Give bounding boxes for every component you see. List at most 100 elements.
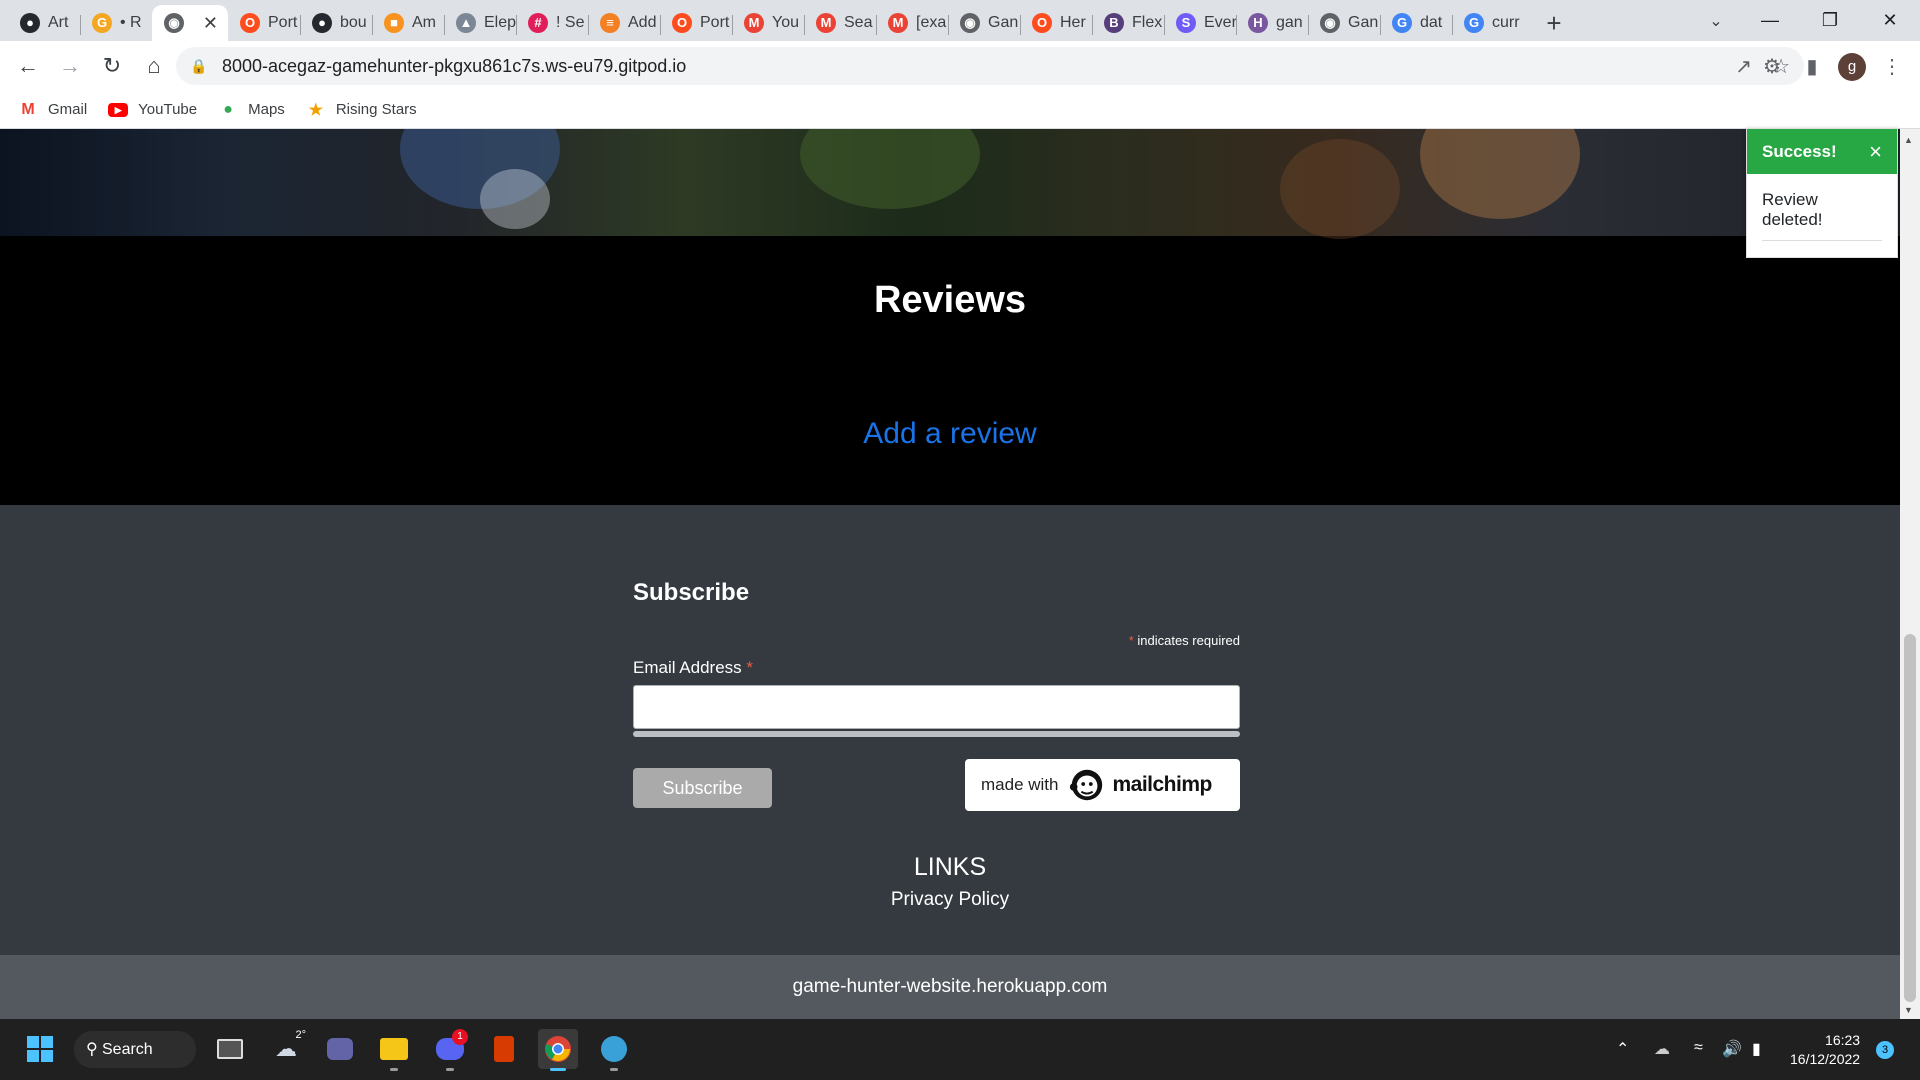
globe-icon: ◉ — [164, 13, 184, 33]
elephant-icon: ▲ — [456, 13, 476, 33]
tab-9[interactable]: O Port — [660, 5, 732, 41]
tab-16[interactable]: S Ever — [1164, 5, 1236, 41]
tab-6[interactable]: ▲ Elep — [444, 5, 516, 41]
window-controls: — ❐ ✕ — [1740, 0, 1920, 41]
toast-message: Review deleted! — [1762, 190, 1823, 229]
close-window-button[interactable]: ✕ — [1860, 0, 1920, 41]
tab-13[interactable]: ◉ Gan — [948, 5, 1020, 41]
tab-2[interactable]: ◉ ✕ — [152, 5, 228, 41]
toast-close-icon[interactable]: × — [1869, 139, 1882, 165]
tab-5[interactable]: ■ Am — [372, 5, 444, 41]
tab-title: Art — [48, 14, 69, 31]
tab-title: curr — [1492, 14, 1520, 31]
tray-overflow-chevron-icon[interactable]: ⌃ — [1616, 1039, 1629, 1059]
star-icon: ★ — [308, 101, 323, 119]
windows-logo-icon — [27, 1036, 53, 1062]
tab-14[interactable]: O Her — [1020, 5, 1092, 41]
hero-image — [0, 129, 1900, 239]
taskbar-search[interactable]: ⚲ Search — [74, 1031, 196, 1068]
share-icon[interactable]: ↗ — [1735, 54, 1752, 79]
footer-domain-text: game-hunter-website.herokuapp.com — [792, 976, 1108, 997]
lock-icon[interactable]: 🔒 — [190, 58, 214, 75]
notification-badge[interactable]: 3 — [1876, 1041, 1894, 1059]
wifi-icon[interactable]: ≈ — [1694, 1039, 1703, 1057]
mailchimp-wordmark: mailchimp — [1112, 773, 1212, 796]
tab-10[interactable]: M You — [732, 5, 804, 41]
task-view-icon[interactable] — [210, 1029, 250, 1069]
scrollbar-thumb[interactable] — [1904, 634, 1916, 1002]
office-icon[interactable] — [484, 1029, 524, 1069]
minimize-button[interactable]: — — [1740, 0, 1800, 41]
battery-icon[interactable]: ▮ — [1752, 1039, 1761, 1059]
clock[interactable]: 16:23 16/12/2022 — [1790, 1031, 1860, 1069]
tab-12[interactable]: M [exa — [876, 5, 948, 41]
tab-search-chevron-icon[interactable]: ⌄ — [1696, 0, 1736, 41]
page-scrollbar[interactable]: ▲ ▼ — [1900, 129, 1920, 1019]
side-panel-icon[interactable]: ▮ — [1796, 50, 1828, 82]
weather-widget[interactable]: ☁ 2° — [266, 1029, 306, 1069]
home-icon[interactable]: ⌂ — [134, 46, 174, 86]
gmail-icon: M — [21, 100, 35, 118]
tab-11[interactable]: M Sea — [804, 5, 876, 41]
onedrive-error-icon[interactable]: ☁ — [1654, 1039, 1670, 1059]
made-with-text: made with — [981, 775, 1059, 794]
paint-app-icon[interactable] — [594, 1029, 634, 1071]
extensions-puzzle-icon[interactable]: ⚙ — [1756, 50, 1788, 82]
bookmark-maps[interactable]: ● Maps — [218, 101, 285, 119]
tab-15[interactable]: B Flex — [1092, 5, 1164, 41]
restore-button[interactable]: ❐ — [1800, 0, 1860, 41]
url-text[interactable]: 8000-acegaz-gamehunter-pkgxu861c7s.ws-eu… — [222, 56, 686, 77]
address-bar[interactable]: 🔒 8000-acegaz-gamehunter-pkgxu861c7s.ws-… — [176, 47, 1804, 85]
clock-date: 16/12/2022 — [1790, 1051, 1861, 1067]
scroll-up-arrow-icon[interactable]: ▲ — [1904, 135, 1913, 145]
tab-title: Her — [1060, 14, 1086, 31]
opera-icon: O — [672, 13, 692, 33]
chrome-icon[interactable] — [538, 1029, 578, 1071]
tab-8[interactable]: ≡ Add — [588, 5, 660, 41]
bookmark-rising-stars[interactable]: ★ Rising Stars — [306, 101, 417, 119]
reload-icon[interactable]: ↻ — [92, 46, 132, 86]
tab-3[interactable]: O Port — [228, 5, 300, 41]
discord-icon[interactable]: 1 — [430, 1029, 470, 1071]
new-tab-button[interactable]: + — [1534, 5, 1574, 41]
menu-kebab-icon[interactable]: ⋮ — [1876, 50, 1908, 82]
profile-avatar[interactable]: g — [1838, 53, 1866, 81]
toast-divider — [1762, 240, 1882, 241]
bookmark-gmail[interactable]: M Gmail — [18, 101, 87, 119]
tab-18[interactable]: ◉ Gan — [1308, 5, 1380, 41]
mailchimp-badge[interactable]: made with mailchimp — [965, 759, 1240, 811]
success-toast: Success! × Review deleted! — [1746, 128, 1898, 258]
volume-icon[interactable]: 🔊 — [1722, 1039, 1742, 1059]
tab-4[interactable]: ● bou — [300, 5, 372, 41]
subscribe-button[interactable]: Subscribe — [633, 768, 772, 808]
add-review-link[interactable]: Add a review — [0, 417, 1900, 451]
toast-title: Success! — [1762, 141, 1837, 161]
tab-title: dat — [1420, 14, 1443, 31]
start-windows-icon[interactable] — [20, 1029, 60, 1069]
links-heading: LINKS — [913, 853, 987, 881]
windows-taskbar: ⚲ Search ☁ 2° 1 ⌃ ☁ ≈ 🔊 ▮ 16:23 16/12/20… — [0, 1019, 1920, 1080]
gmail-icon: M — [816, 13, 836, 33]
back-icon[interactable]: ← — [8, 46, 48, 86]
forward-icon[interactable]: → — [50, 46, 90, 86]
tab-0[interactable]: ● Art — [8, 5, 80, 41]
tab-20[interactable]: Gcurr — [1452, 5, 1524, 41]
maps-pin-icon: ● — [223, 100, 233, 118]
running-indicator — [446, 1068, 454, 1071]
running-indicator — [550, 1068, 566, 1071]
chrome-logo-icon — [545, 1036, 571, 1062]
close-tab-icon[interactable]: ✕ — [203, 13, 218, 34]
tab-17[interactable]: Hgan — [1236, 5, 1308, 41]
email-field[interactable] — [633, 685, 1240, 729]
discord-badge: 1 — [452, 1029, 468, 1045]
file-explorer-icon[interactable] — [374, 1029, 414, 1071]
tab-7[interactable]: # ! Se — [516, 5, 588, 41]
bookmark-youtube[interactable]: ▶ YouTube — [108, 101, 197, 119]
teams-chat-icon[interactable] — [320, 1029, 360, 1069]
browser-toolbar: ← → ↻ ⌂ 🔒 8000-acegaz-gamehunter-pkgxu86… — [0, 41, 1920, 91]
privacy-policy-link[interactable]: Privacy Policy — [0, 889, 1900, 911]
box-icon: ■ — [384, 13, 404, 33]
tab-19[interactable]: Gdat — [1380, 5, 1452, 41]
tab-1[interactable]: G • R — [80, 5, 152, 41]
scroll-down-arrow-icon[interactable]: ▼ — [1904, 1005, 1913, 1015]
